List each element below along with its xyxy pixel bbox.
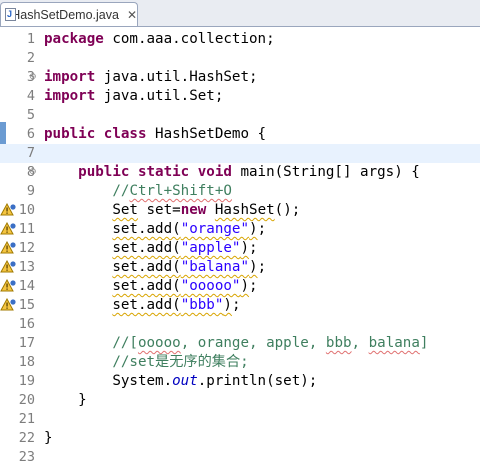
code-text: set.add("apple"); (112, 240, 258, 256)
code-text: //set是无序的集合; (112, 354, 249, 370)
tab-hashsetdemo[interactable]: J HashSetDemo.java ✕ (0, 2, 138, 26)
code-line[interactable]: 18 //set是无序的集合; (0, 353, 480, 372)
line-number: 9 (26, 183, 35, 199)
line-number: 18 (18, 354, 35, 370)
code-text: } (44, 430, 53, 446)
code-line[interactable]: 5 (0, 106, 480, 125)
code-text: public class HashSetDemo { (44, 126, 267, 142)
code-line[interactable]: 20 } (0, 391, 480, 410)
line-number: 6 (26, 126, 35, 142)
code-text: import java.util.HashSet; (44, 69, 258, 85)
code-text: package com.aaa.collection; (44, 31, 275, 47)
code-text: System.out.println(set); (44, 373, 318, 389)
code-text: import java.util.Set; (44, 88, 224, 104)
code-line[interactable]: 3 ⊖ import java.util.HashSet; (0, 68, 480, 87)
code-line[interactable]: 16 (0, 315, 480, 334)
line-number: 13 (18, 259, 35, 275)
code-line[interactable]: 7 (0, 144, 480, 163)
code-line[interactable]: 1 package com.aaa.collection; (0, 30, 480, 49)
code-line[interactable]: 9 //Ctrl+Shift+O (0, 182, 480, 201)
line-number: 10 (18, 202, 35, 218)
editor-tab-bar: J HashSetDemo.java ✕ (0, 0, 480, 27)
line-number: 19 (18, 373, 35, 389)
line-number: 7 (26, 145, 35, 161)
line-number: 4 (26, 88, 35, 104)
line-number: 14 (18, 278, 35, 294)
fold-toggle-icon[interactable]: ⊖ (29, 72, 37, 82)
java-file-icon: J (5, 8, 16, 21)
code-line[interactable]: 12 set.add("apple"); (0, 239, 480, 258)
code-text: set.add("orange"); (112, 221, 267, 237)
code-line[interactable]: 14 set.add("ooooo"); (0, 277, 480, 296)
code-text: } (44, 392, 87, 408)
code-line[interactable]: 8 ⊖ public static void main(String[] args… (0, 163, 480, 182)
code-line[interactable]: 11 set.add("orange"); (0, 220, 480, 239)
code-line[interactable]: 21 (0, 410, 480, 429)
code-line[interactable]: 13 set.add("balana"); (0, 258, 480, 277)
fold-toggle-icon[interactable]: ⊖ (29, 167, 37, 177)
line-number: 1 (26, 31, 35, 47)
code-text: set.add("bbb"); (112, 297, 241, 313)
code-line[interactable]: 15 set.add("bbb"); (0, 296, 480, 315)
code-editor[interactable]: 1 package com.aaa.collection; 2 3 ⊖ import ja… (0, 27, 480, 474)
close-icon[interactable]: ✕ (127, 8, 137, 22)
code-text: set.add("balana"); (112, 259, 267, 275)
code-text: //[ooooo, orange, apple, bbb, balana] (112, 335, 429, 351)
code-line[interactable]: 10 Set set=new HashSet(); (0, 201, 480, 220)
line-number: 21 (18, 411, 35, 427)
code-line[interactable]: 17 //[ooooo, orange, apple, bbb, balana] (0, 334, 480, 353)
line-number: 2 (26, 50, 35, 66)
code-line[interactable]: 23 (0, 448, 480, 467)
tab-label: HashSetDemo.java (11, 7, 119, 22)
line-number: 23 (18, 449, 35, 465)
line-number: 17 (18, 335, 35, 351)
line-number: 5 (26, 107, 35, 123)
code-text: set.add("ooooo"); (112, 278, 258, 294)
line-number: 12 (18, 240, 35, 256)
code-text: public static void main(String[] args) { (78, 164, 420, 180)
code-line[interactable]: 6 public class HashSetDemo { (0, 125, 480, 144)
code-line[interactable]: 2 (0, 49, 480, 68)
code-line[interactable]: 22} (0, 429, 480, 448)
code-line[interactable]: 4 import java.util.Set; (0, 87, 480, 106)
line-number: 16 (18, 316, 35, 332)
code-text: Set set=new HashSet(); (112, 202, 301, 218)
code-text: //Ctrl+Shift+O (112, 183, 232, 199)
code-line[interactable]: 19 System.out.println(set); (0, 372, 480, 391)
line-number: 20 (18, 392, 35, 408)
line-number: 15 (18, 297, 35, 313)
line-number: 11 (18, 221, 35, 237)
line-number: 22 (18, 430, 35, 446)
